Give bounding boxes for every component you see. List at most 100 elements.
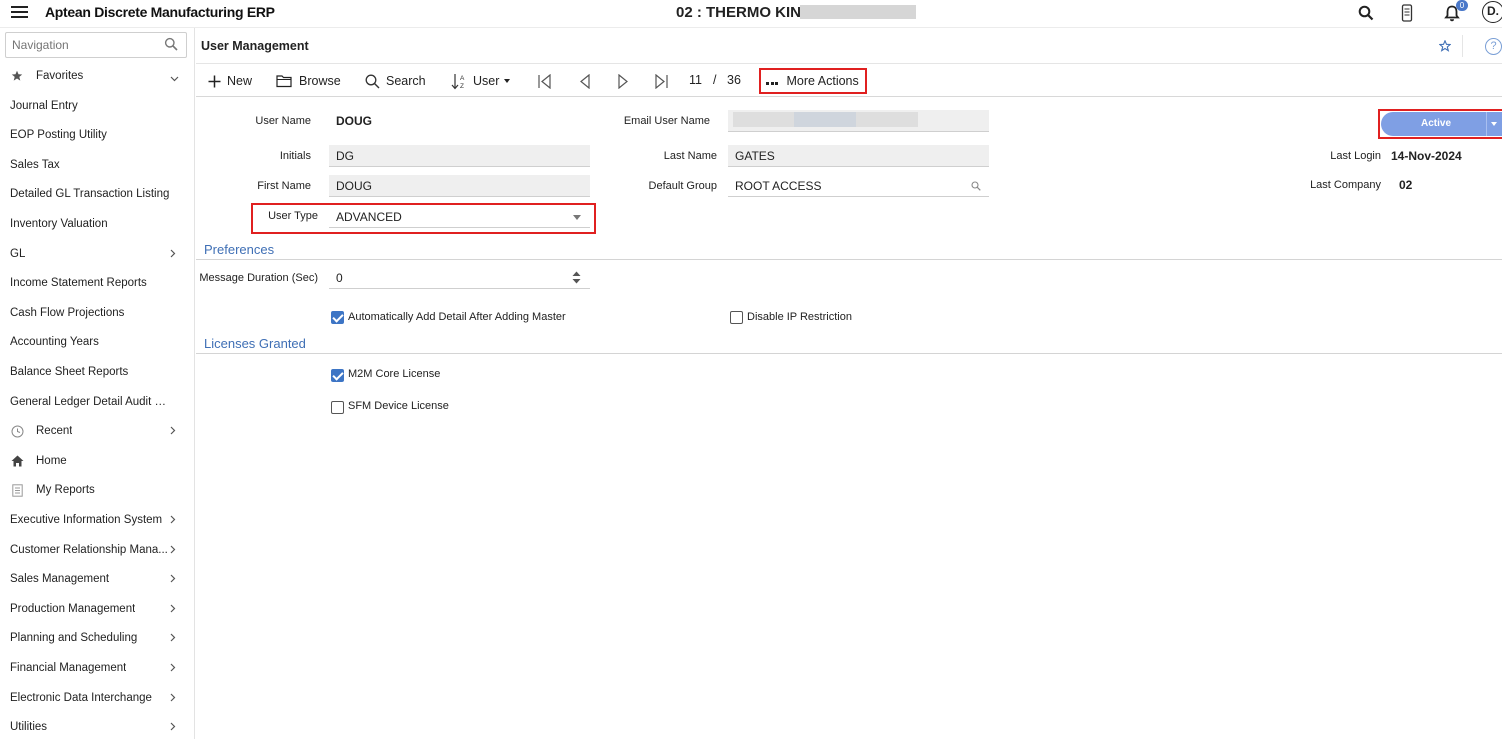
navigation-sidebar: Favorites Journal Entry EOP Posting Utilit…	[0, 28, 195, 739]
previous-icon	[580, 73, 590, 89]
search-button[interactable]: Search	[365, 72, 426, 90]
browse-button[interactable]: Browse	[276, 72, 341, 90]
more-actions-button[interactable]: More Actions	[759, 68, 867, 94]
hamburger-menu-icon[interactable]	[11, 6, 28, 20]
report-icon	[10, 483, 24, 497]
new-button-label: New	[227, 74, 253, 88]
last-company-value: 02	[1399, 178, 1413, 192]
chevron-right-icon[interactable]	[170, 426, 176, 438]
chevron-right-icon[interactable]	[170, 545, 176, 557]
chevron-down-icon	[504, 79, 511, 83]
sidebar-item-utilities[interactable]: Utilities	[0, 713, 195, 741]
sidebar-item-home[interactable]: Home	[0, 447, 195, 475]
last-name-field[interactable]: GATES	[728, 145, 989, 167]
sidebar-item-label: Financial Management	[10, 662, 127, 674]
stepper-arrows-icon[interactable]	[572, 271, 581, 284]
chevron-right-icon[interactable]	[170, 604, 176, 616]
first-record-button[interactable]	[537, 72, 559, 90]
sidebar-item-label: Electronic Data Interchange	[10, 691, 152, 704]
disable-ip-restriction-checkbox[interactable]	[730, 311, 743, 324]
redacted-email-part	[856, 112, 918, 127]
toolbar: New Browse Search AZ User 11 / 36 More A…	[196, 65, 1502, 97]
chevron-down-icon[interactable]	[573, 215, 581, 220]
device-icon[interactable]	[1396, 2, 1418, 24]
last-login-label: Last Login	[1330, 150, 1381, 162]
chevron-right-icon[interactable]	[170, 722, 176, 734]
sidebar-item-income-statement-reports[interactable]: Income Statement Reports	[0, 269, 195, 297]
chevron-right-icon[interactable]	[170, 693, 176, 705]
sidebar-item-cash-flow-projections[interactable]: Cash Flow Projections	[0, 299, 195, 327]
next-record-button[interactable]	[617, 72, 635, 90]
status-dropdown-button[interactable]: Active	[1381, 112, 1502, 136]
favorite-star-icon[interactable]	[1427, 35, 1463, 57]
search-icon[interactable]	[164, 37, 178, 51]
sidebar-item-accounting-years[interactable]: Accounting Years	[0, 328, 195, 356]
chevron-down-icon[interactable]	[170, 73, 179, 85]
auto-add-detail-checkbox[interactable]	[331, 311, 344, 324]
navigation-search[interactable]	[5, 32, 187, 58]
search-icon[interactable]	[971, 181, 981, 191]
sidebar-item-label: Accounting Years	[10, 336, 99, 349]
search-icon[interactable]	[1355, 2, 1377, 24]
user-type-select[interactable]: ADVANCED	[329, 206, 590, 228]
sidebar-item-label: Planning and Scheduling	[10, 632, 138, 645]
chevron-right-icon[interactable]	[170, 249, 176, 261]
sidebar-item-production-management[interactable]: Production Management	[0, 595, 195, 623]
chevron-right-icon[interactable]	[170, 633, 176, 645]
sidebar-item-gl[interactable]: GL	[0, 240, 195, 268]
sidebar-item-recent[interactable]: Recent	[0, 417, 195, 445]
first-name-field[interactable]: DOUG	[329, 175, 590, 197]
sidebar-item-electronic-data-interchange[interactable]: Electronic Data Interchange	[0, 684, 195, 712]
message-duration-label: Message Duration (Sec)	[199, 272, 318, 284]
sidebar-item-journal-entry[interactable]: Journal Entry	[0, 92, 195, 120]
default-group-field[interactable]: ROOT ACCESS	[728, 175, 989, 197]
search-button-label: Search	[386, 74, 426, 88]
sort-user-label: User	[473, 74, 500, 88]
last-name-label: Last Name	[663, 150, 717, 162]
navigation-search-input[interactable]	[12, 34, 162, 56]
new-button[interactable]: New	[208, 72, 252, 90]
default-group-label: Default Group	[648, 180, 717, 192]
email-user-name-label: Email User Name	[623, 115, 710, 127]
sidebar-item-customer-relationship-mana[interactable]: Customer Relationship Mana...	[0, 536, 195, 564]
sidebar-item-label: Detailed GL Transaction Listing	[10, 188, 170, 201]
m2m-core-license-label: M2M Core License	[348, 368, 441, 380]
initials-label: Initials	[279, 150, 311, 162]
svg-text:Z: Z	[460, 83, 464, 90]
m2m-core-license-checkbox[interactable]	[331, 369, 344, 382]
sidebar-item-inventory-valuation[interactable]: Inventory Valuation	[0, 210, 195, 238]
sfm-device-license-checkbox[interactable]	[331, 401, 344, 414]
sidebar-item-label: Favorites	[36, 70, 84, 82]
sidebar-item-balance-sheet-reports[interactable]: Balance Sheet Reports	[0, 358, 195, 386]
sort-user-button[interactable]: AZ User	[451, 72, 511, 90]
sidebar-item-sales-management[interactable]: Sales Management	[0, 565, 195, 593]
sidebar-item-financial-management[interactable]: Financial Management	[0, 654, 195, 682]
chevron-down-icon[interactable]	[1491, 122, 1497, 126]
sidebar-item-executive-information-system[interactable]: Executive Information System	[0, 506, 195, 534]
record-total: 36	[727, 73, 741, 87]
help-icon[interactable]: ?	[1485, 38, 1502, 55]
chevron-right-icon[interactable]	[170, 574, 176, 586]
chevron-right-icon[interactable]	[170, 515, 176, 527]
notification-badge: 0	[1456, 0, 1468, 11]
chevron-right-icon[interactable]	[170, 663, 176, 675]
sidebar-item-label: Sales Tax	[10, 158, 60, 171]
sidebar-item-sales-tax[interactable]: Sales Tax	[0, 151, 195, 179]
message-duration-input[interactable]: 0	[329, 267, 590, 289]
sidebar-item-label: Production Management	[10, 602, 136, 615]
previous-record-button[interactable]	[579, 72, 597, 90]
avatar[interactable]: D.	[1482, 1, 1502, 23]
sfm-device-license-label: SFM Device License	[348, 400, 449, 412]
sidebar-item-favorites[interactable]: Favorites	[0, 62, 195, 90]
sidebar-item-detailed-gl-transaction-listing[interactable]: Detailed GL Transaction Listing	[0, 180, 195, 208]
last-company-label: Last Company	[1310, 179, 1381, 191]
initials-field[interactable]: DG	[329, 145, 590, 167]
last-record-button[interactable]	[653, 72, 675, 90]
sidebar-item-planning-and-scheduling[interactable]: Planning and Scheduling	[0, 624, 195, 652]
sidebar-item-general-ledger-detail-audit-rep[interactable]: General Ledger Detail Audit Rep...	[0, 388, 195, 416]
main-content: User Management ? New Browse Search AZ U…	[196, 28, 1502, 739]
sidebar-item-eop-posting-utility[interactable]: EOP Posting Utility	[0, 121, 195, 149]
clock-icon	[10, 424, 24, 438]
sidebar-item-my-reports[interactable]: My Reports	[0, 476, 195, 504]
sidebar-item-label: Executive Information System	[10, 514, 163, 526]
